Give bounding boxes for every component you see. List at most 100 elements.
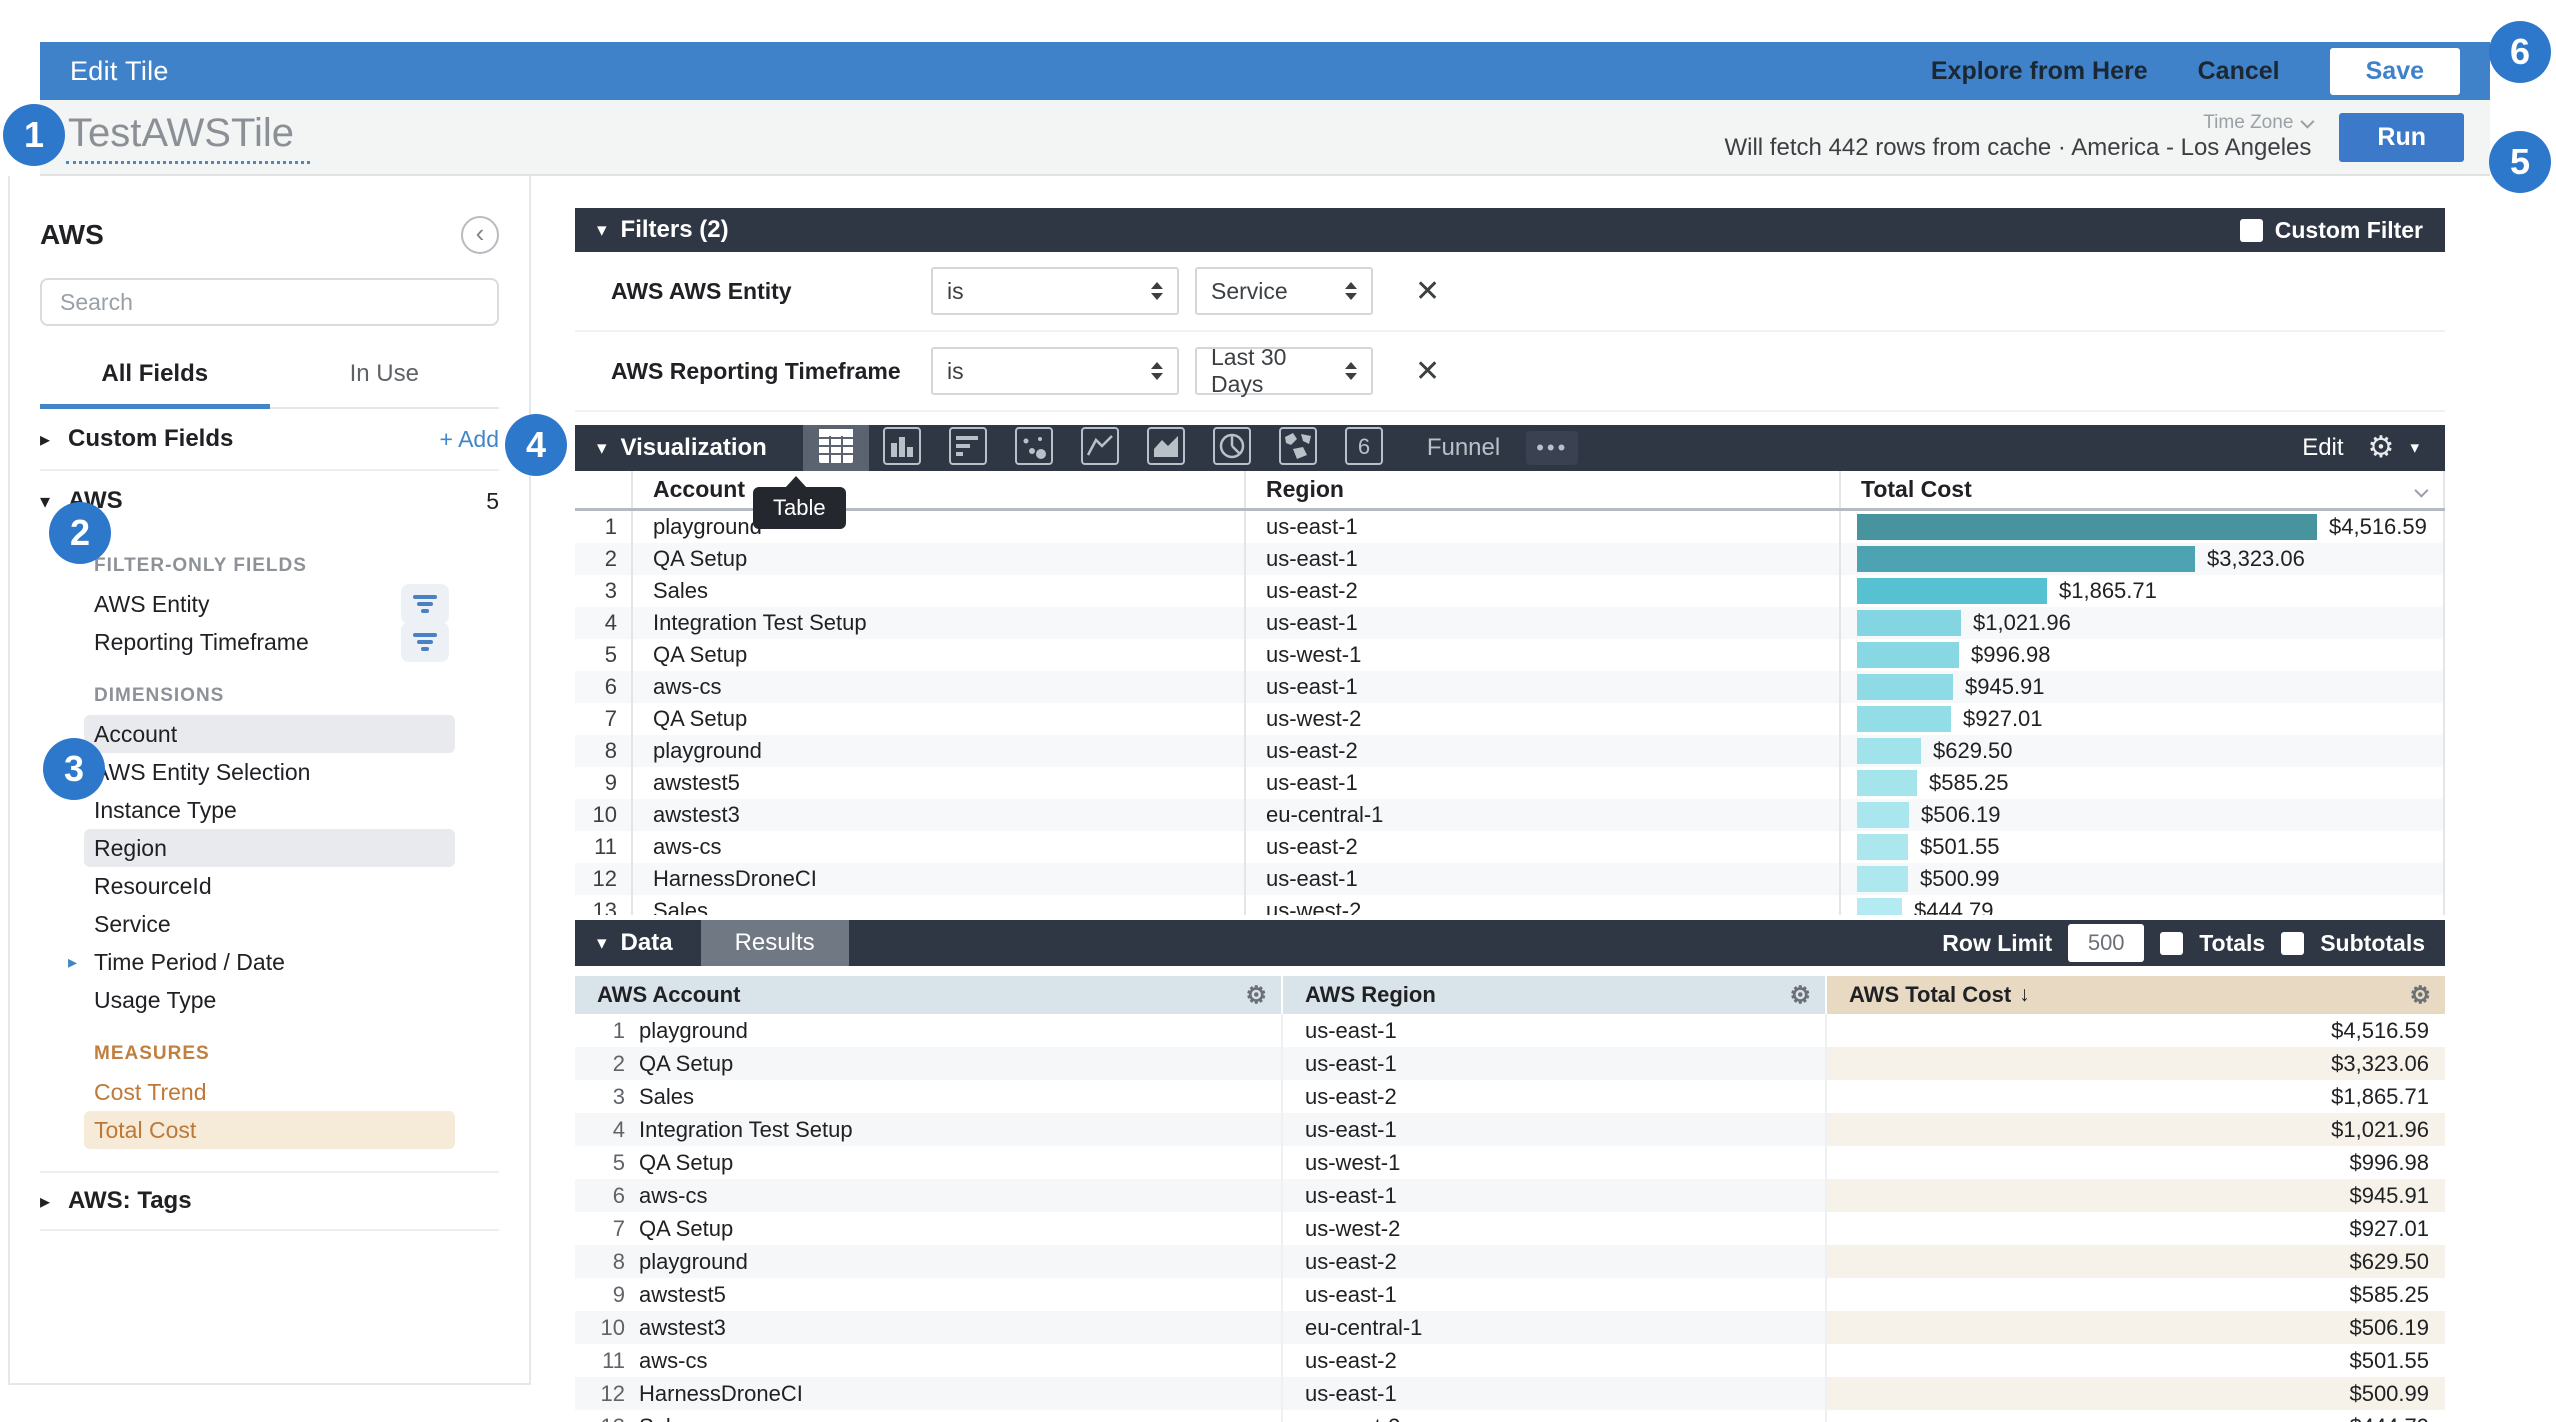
viz-settings-gear-icon[interactable]: ⚙: [2368, 433, 2395, 463]
run-button[interactable]: Run: [2339, 113, 2464, 162]
data-table-row[interactable]: 7QA Setupus-west-2$927.01: [575, 1212, 2445, 1245]
collapse-sidebar-button[interactable]: ‹: [461, 216, 499, 254]
data-table-row[interactable]: 13Salesus-west-2$444.79: [575, 1410, 2445, 1422]
viz-col-header-region[interactable]: Region: [1244, 471, 1839, 508]
data-table-row[interactable]: 8playgroundus-east-2$629.50: [575, 1245, 2445, 1278]
viz-edit-button[interactable]: Edit: [2302, 434, 2343, 462]
viz-type-line[interactable]: [1067, 425, 1133, 471]
data-table-row[interactable]: 6aws-csus-east-1$945.91: [575, 1179, 2445, 1212]
viz-table-row[interactable]: 13Salesus-west-2$444.79: [575, 895, 2445, 915]
viz-type-column[interactable]: [869, 425, 935, 471]
cancel-button[interactable]: Cancel: [2198, 57, 2280, 86]
totals-checkbox[interactable]: [2160, 932, 2183, 955]
data-table-row[interactable]: 4Integration Test Setupus-east-1$1,021.9…: [575, 1113, 2445, 1146]
viz-type-bar[interactable]: [935, 425, 1001, 471]
field-item-region[interactable]: Region: [84, 829, 455, 867]
data-col-header-total-cost[interactable]: AWS Total Cost ↓ ⚙: [1827, 976, 2445, 1014]
viz-type-map[interactable]: [1265, 425, 1331, 471]
viz-type-pie[interactable]: [1199, 425, 1265, 471]
viz-table-row[interactable]: 7QA Setupus-west-2$927.01: [575, 703, 2445, 735]
subtotals-checkbox[interactable]: [2281, 932, 2304, 955]
tile-name-input[interactable]: TestAWSTile: [66, 111, 310, 164]
data-table-row[interactable]: 10awstest3eu-central-1$506.19: [575, 1311, 2445, 1344]
custom-fields-group[interactable]: ▸ Custom Fields + Add: [40, 409, 499, 469]
bar-chart-icon: [949, 427, 987, 470]
column-gear-icon[interactable]: ⚙: [2409, 981, 2431, 1010]
data-col-header-account[interactable]: AWS Account ⚙: [575, 976, 1283, 1014]
filter-operator-select[interactable]: is: [931, 347, 1179, 395]
remove-filter-button[interactable]: ✕: [1415, 354, 1440, 389]
tab-in-use[interactable]: In Use: [270, 360, 500, 407]
field-item-aws-entity[interactable]: AWS Entity: [84, 585, 455, 623]
cost-bar-label: $1,021.96: [1973, 610, 2071, 636]
custom-filter-checkbox[interactable]: [2240, 219, 2263, 242]
explore-from-here-button[interactable]: Explore from Here: [1931, 57, 2148, 86]
field-item-total-cost[interactable]: Total Cost: [84, 1111, 455, 1149]
viz-table-row[interactable]: 5QA Setupus-west-1$996.98: [575, 639, 2445, 671]
results-tab[interactable]: Results: [701, 920, 849, 966]
area-chart-icon: [1147, 427, 1185, 470]
data-col-header-region[interactable]: AWS Region ⚙: [1283, 976, 1827, 1014]
data-cell-account: 4Integration Test Setup: [575, 1113, 1283, 1146]
filter-value-select[interactable]: Last 30 Days: [1195, 347, 1373, 395]
field-item-cost-trend[interactable]: Cost Trend: [84, 1073, 455, 1111]
data-section-bar[interactable]: ▾ Data Results Row Limit Totals Subtotal…: [575, 920, 2445, 966]
visualization-title: Visualization: [621, 434, 767, 462]
viz-table-row[interactable]: 1playgroundus-east-1$4,516.59: [575, 511, 2445, 543]
filter-by-field-button[interactable]: [401, 584, 449, 624]
viz-table-row[interactable]: 3Salesus-east-2$1,865.71: [575, 575, 2445, 607]
save-button[interactable]: Save: [2330, 48, 2460, 95]
aws-tags-group[interactable]: ▸ AWS: Tags: [40, 1171, 499, 1231]
data-table-row[interactable]: 11aws-csus-east-2$501.55: [575, 1344, 2445, 1377]
data-table-row[interactable]: 3Salesus-east-2$1,865.71: [575, 1080, 2445, 1113]
viz-table-row[interactable]: 10awstest3eu-central-1$506.19: [575, 799, 2445, 831]
viz-type-table-selected[interactable]: [803, 425, 869, 471]
field-item-reporting-timeframe[interactable]: Reporting Timeframe: [84, 623, 455, 661]
filter-value-select[interactable]: Service: [1195, 267, 1373, 315]
visualization-section-bar[interactable]: ▾ Visualization 6 Funnel ••• Edit ⚙ ▾: [575, 425, 2445, 471]
field-item-usage-type[interactable]: Usage Type: [84, 981, 455, 1019]
account-value: aws-cs: [639, 1183, 707, 1209]
custom-filter-toggle[interactable]: Custom Filter: [2240, 217, 2423, 244]
data-table-row[interactable]: 2QA Setupus-east-1$3,323.06: [575, 1047, 2445, 1080]
viz-table-row[interactable]: 6aws-csus-east-1$945.91: [575, 671, 2445, 703]
field-item-resourceid[interactable]: ResourceId: [84, 867, 455, 905]
filter-operator-select[interactable]: is: [931, 267, 1179, 315]
viz-col-header-total-cost[interactable]: Total Cost: [1839, 471, 2445, 508]
viz-cell-total-cost: $501.55: [1839, 831, 2445, 863]
data-table-row[interactable]: 5QA Setupus-west-1$996.98: [575, 1146, 2445, 1179]
filter-by-field-button[interactable]: [401, 622, 449, 662]
data-table-row[interactable]: 9awstest5us-east-1$585.25: [575, 1278, 2445, 1311]
viz-table-row[interactable]: 2QA Setupus-east-1$3,323.06: [575, 543, 2445, 575]
viz-table-row[interactable]: 8playgroundus-east-2$629.50: [575, 735, 2445, 767]
field-item-aws-entity-selection[interactable]: AWS Entity Selection: [84, 753, 455, 791]
viz-table-row[interactable]: 4Integration Test Setupus-east-1$1,021.9…: [575, 607, 2445, 639]
viz-table-row[interactable]: 11aws-csus-east-2$501.55: [575, 831, 2445, 863]
viz-col-header-account[interactable]: Account: [631, 471, 1244, 508]
caret-down-icon[interactable]: ▾: [2410, 438, 2419, 458]
data-table-row[interactable]: 1playgroundus-east-1$4,516.59: [575, 1014, 2445, 1047]
viz-table-row[interactable]: 12HarnessDroneCIus-east-1$500.99: [575, 863, 2445, 895]
column-gear-icon[interactable]: ⚙: [1789, 981, 1811, 1010]
viz-table-row[interactable]: 9awstest5us-east-1$585.25: [575, 767, 2445, 799]
filters-section-bar[interactable]: ▾ Filters (2) Custom Filter: [575, 208, 2445, 252]
time-zone-selector[interactable]: Time Zone: [1724, 112, 2311, 134]
search-input[interactable]: [40, 278, 499, 326]
field-item-instance-type[interactable]: Instance Type: [84, 791, 455, 829]
add-custom-field-button[interactable]: + Add: [440, 426, 499, 453]
row-limit-input[interactable]: [2068, 924, 2144, 962]
field-item-account[interactable]: Account: [84, 715, 455, 753]
viz-type-area[interactable]: [1133, 425, 1199, 471]
tab-all-fields[interactable]: All Fields: [40, 360, 270, 409]
viz-type-funnel[interactable]: Funnel: [1427, 434, 1500, 462]
more-viz-types-button[interactable]: •••: [1526, 431, 1578, 465]
field-item-time-period-date[interactable]: ▸Time Period / Date: [84, 943, 455, 981]
field-item-service[interactable]: Service: [84, 905, 455, 943]
remove-filter-button[interactable]: ✕: [1415, 274, 1440, 309]
data-table-row[interactable]: 12HarnessDroneCIus-east-1$500.99: [575, 1377, 2445, 1410]
viz-cell-region: us-west-2: [1244, 703, 1839, 735]
column-gear-icon[interactable]: ⚙: [1245, 981, 1267, 1010]
column-menu-chevron-icon[interactable]: [2415, 476, 2425, 503]
viz-type-scatter[interactable]: [1001, 425, 1067, 471]
viz-type-single-value[interactable]: 6: [1331, 425, 1397, 471]
